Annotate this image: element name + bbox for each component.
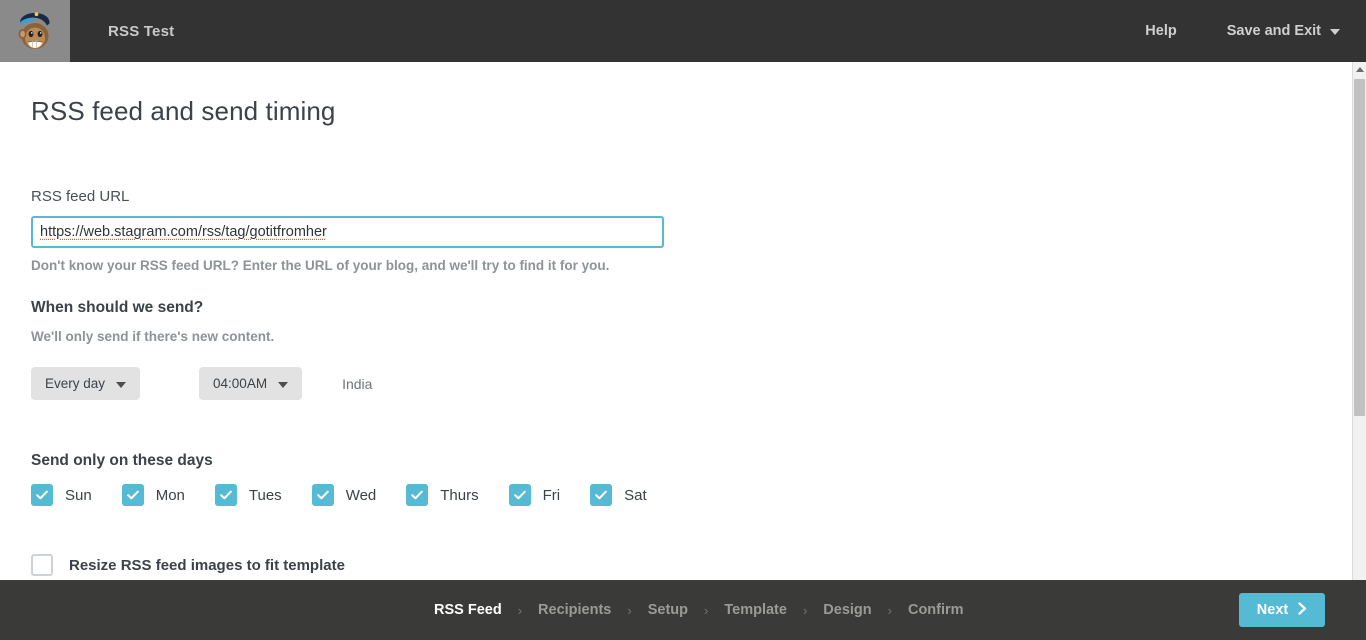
day-label: Fri [542, 486, 561, 504]
rss-feed-url-input[interactable] [31, 216, 664, 248]
send-time-value: 04:00AM [213, 376, 268, 391]
triangle-up-icon [1355, 67, 1364, 72]
rss-feed-url-help-text: Don't know your RSS feed URL? Enter the … [31, 258, 610, 273]
day-label: Thurs [440, 486, 479, 504]
breadcrumb-step-template[interactable]: Template [724, 602, 787, 618]
save-and-exit-label: Save and Exit [1226, 23, 1321, 39]
checkbox-checked-icon[interactable] [214, 484, 237, 506]
help-link[interactable]: Help [1145, 23, 1176, 39]
breadcrumb-step-setup[interactable]: Setup [648, 602, 688, 618]
chevron-right-icon [1298, 601, 1307, 619]
checkbox-unchecked-icon[interactable] [31, 554, 53, 576]
breadcrumb-step-rss-feed[interactable]: RSS Feed [434, 602, 502, 618]
mailchimp-logo-tile[interactable] [0, 0, 70, 62]
chevron-right-icon: › [887, 602, 892, 618]
send-days-heading: Send only on these days [31, 452, 213, 469]
chevron-down-icon [278, 381, 289, 388]
when-should-we-send-subtext: We'll only send if there's new content. [31, 329, 275, 344]
save-and-exit-menu[interactable]: Save and Exit [1227, 23, 1340, 39]
rss-campaign-page: RSS Test Help Save and Exit RSS feed and… [0, 0, 1366, 640]
page-title: RSS feed and send timing [31, 96, 336, 126]
day-checkbox-mon[interactable]: Mon [121, 484, 185, 506]
day-label: Tues [248, 486, 282, 504]
checkbox-checked-icon[interactable] [121, 484, 144, 506]
campaign-name-title: RSS Test [108, 22, 175, 40]
vertical-scrollbar[interactable] [1352, 62, 1366, 640]
day-label: Wed [345, 486, 377, 504]
day-checkbox-sat[interactable]: Sat [590, 484, 647, 506]
when-should-we-send-heading: When should we send? [31, 299, 204, 316]
day-label: Sat [624, 486, 647, 504]
checkbox-checked-icon[interactable] [590, 484, 613, 506]
send-timing-row: Every day 04:00AM India [31, 367, 1352, 400]
chevron-right-icon: › [627, 602, 632, 618]
chevron-right-icon: › [802, 602, 808, 618]
checkbox-checked-icon[interactable] [508, 484, 531, 506]
top-header-bar: RSS Test Help Save and Exit [0, 0, 1366, 62]
bottom-footer-bar: RSS Feed › Recipients › Setup › Template… [0, 580, 1366, 640]
resize-images-row[interactable]: Resize RSS feed images to fit template [31, 554, 1352, 576]
help-label: Help [1145, 23, 1177, 39]
day-checkbox-tues[interactable]: Tues [214, 484, 282, 506]
checkbox-checked-icon[interactable] [31, 484, 53, 506]
resize-images-label: Resize RSS feed images to fit template [69, 556, 345, 574]
send-days-checkbox-group: Sun Mon Tues Wed Thurs Fri Sat [31, 484, 1352, 506]
day-label: Sun [65, 486, 92, 504]
day-checkbox-fri[interactable]: Fri [508, 484, 561, 506]
next-button[interactable]: Next [1239, 593, 1325, 627]
day-label: Mon [155, 486, 185, 504]
header-actions: Help Save and Exit [1095, 23, 1366, 39]
chevron-down-icon [1330, 29, 1340, 35]
day-checkbox-thurs[interactable]: Thurs [406, 484, 479, 506]
breadcrumb-step-recipients[interactable]: Recipients [538, 602, 611, 618]
timezone-label: India [342, 375, 373, 392]
scrollbar-thumb[interactable] [1354, 79, 1365, 416]
scroll-up-button[interactable] [1353, 62, 1366, 77]
chevron-right-icon: › [517, 602, 523, 618]
frequency-value: Every day [45, 376, 106, 391]
day-checkbox-wed[interactable]: Wed [311, 484, 377, 506]
breadcrumb-step-design[interactable]: Design [823, 602, 871, 618]
rss-feed-url-label: RSS feed URL [31, 188, 130, 205]
freddie-monkey-logo-icon [14, 9, 56, 53]
day-checkbox-sun[interactable]: Sun [31, 484, 92, 506]
checkbox-checked-icon[interactable] [311, 484, 334, 506]
breadcrumb: RSS Feed › Recipients › Setup › Template… [434, 602, 964, 618]
next-button-label: Next [1256, 602, 1289, 618]
main-content: RSS feed and send timing RSS feed URL Do… [0, 62, 1352, 640]
frequency-dropdown[interactable]: Every day [31, 367, 141, 400]
chevron-right-icon: › [704, 602, 709, 618]
breadcrumb-step-confirm[interactable]: Confirm [908, 602, 964, 618]
chevron-down-icon [116, 381, 127, 388]
checkbox-checked-icon[interactable] [406, 484, 429, 506]
send-time-dropdown[interactable]: 04:00AM [199, 367, 303, 400]
